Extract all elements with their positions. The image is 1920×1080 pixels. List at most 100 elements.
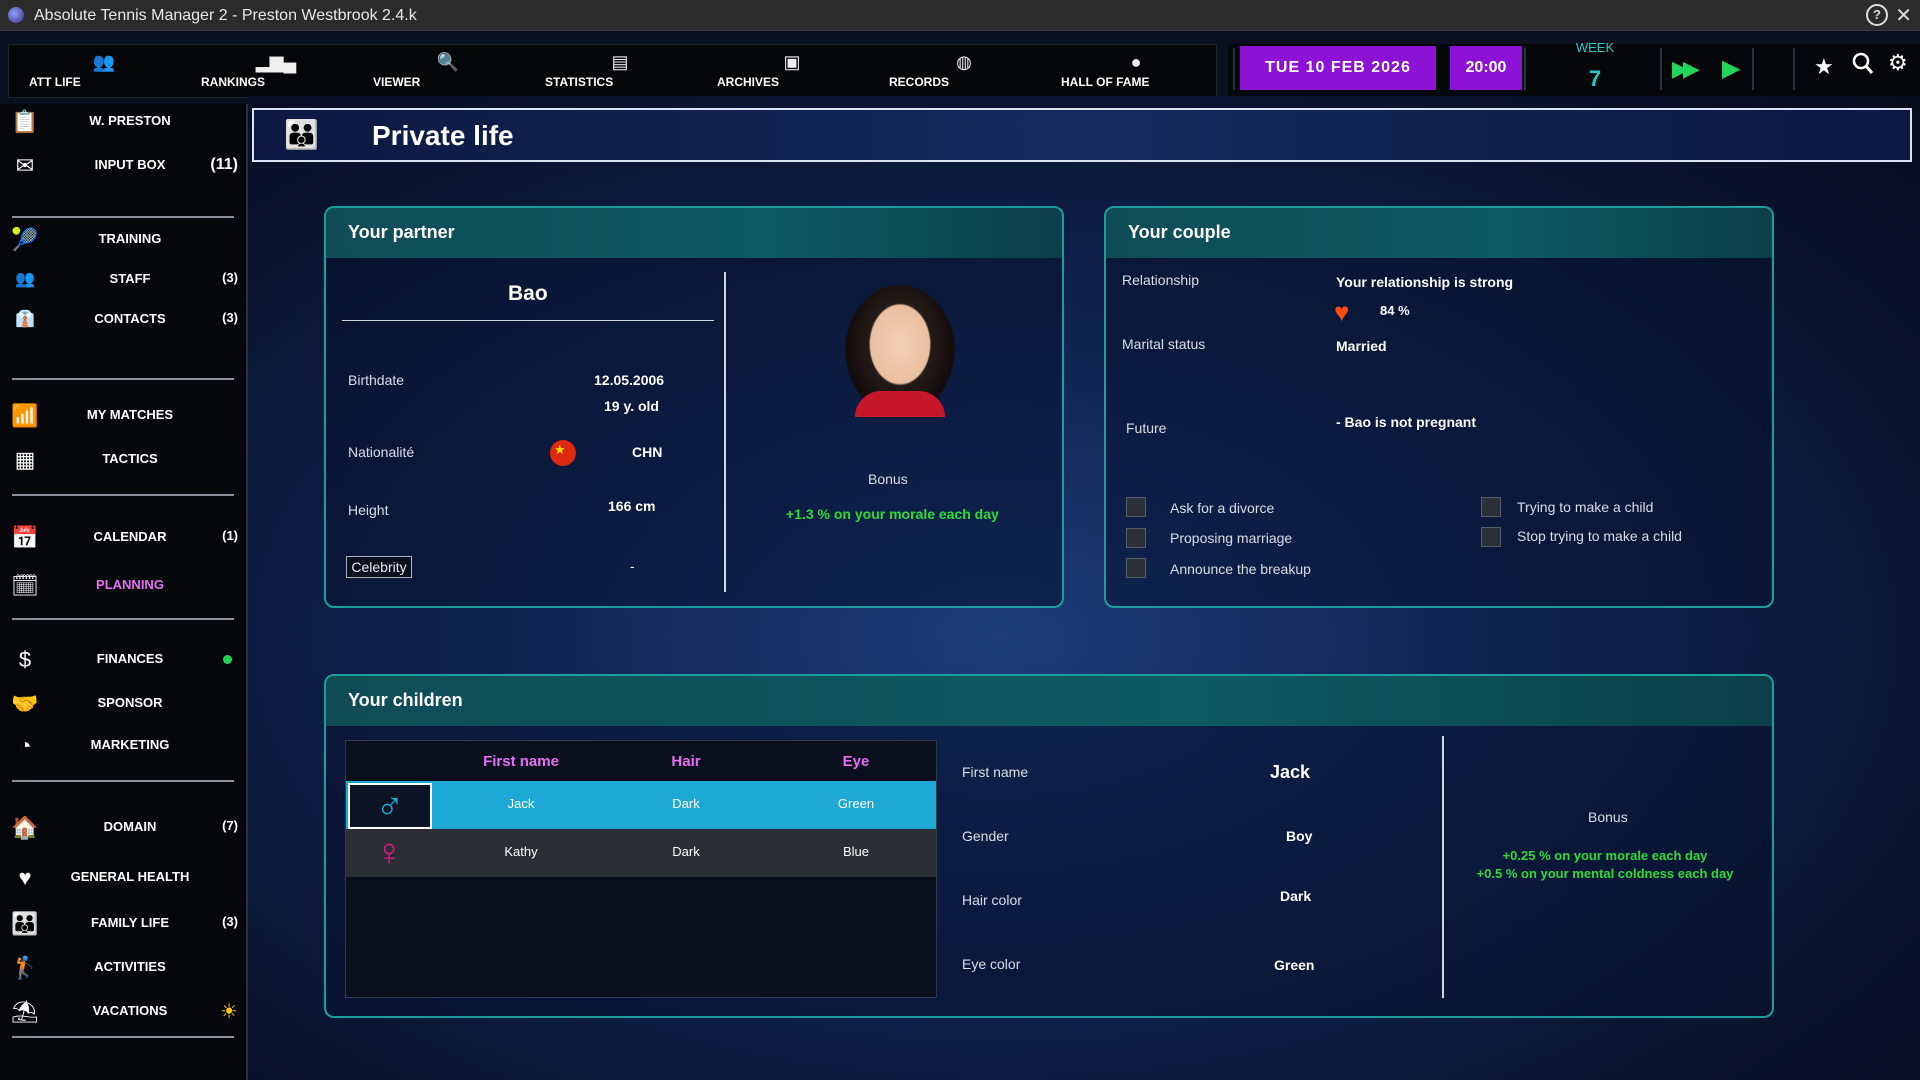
envelope-icon: ✉ xyxy=(15,153,35,178)
child-eye: Green xyxy=(837,796,875,811)
sidebar-item-tactics[interactable]: ▦ TACTICS xyxy=(0,442,246,478)
sidebar-item-family-life[interactable]: 👪 FAMILY LIFE (3) xyxy=(0,906,246,942)
staff-icon: 👥 xyxy=(15,271,35,288)
nav-label: HALL OF FAME xyxy=(1061,75,1150,89)
magnifier-icon: 🔍 xyxy=(436,52,460,72)
archive-icon: ▣ xyxy=(783,52,801,72)
sidebar-item-label: CONTACTS xyxy=(94,311,166,326)
divorce-checkbox[interactable] xyxy=(1126,497,1146,517)
table-row[interactable]: ♀ Kathy Dark Blue xyxy=(346,829,936,877)
sidebar-item-count: (3) xyxy=(222,270,238,285)
clipboard-icon: 📋 xyxy=(11,109,39,134)
child-first-name: Kathy xyxy=(504,844,538,859)
nav-hall-of-fame[interactable]: ● HALL OF FAME xyxy=(1061,45,1211,97)
sidebar-item-domain[interactable]: 🏠 DOMAIN (7) xyxy=(0,810,246,846)
nav-att-life[interactable]: 👥 ATT LIFE xyxy=(29,45,179,97)
column-header-hair[interactable]: Hair xyxy=(636,753,736,770)
sidebar-item-label: DOMAIN xyxy=(103,819,157,834)
sidebar-item-contacts[interactable]: 👔 CONTACTS (3) xyxy=(0,302,246,338)
nav-records[interactable]: ◍ RECORDS xyxy=(889,45,1039,97)
sidebar-item-label: FAMILY LIFE xyxy=(90,915,169,930)
child-first-name: Jack xyxy=(507,796,535,811)
sidebar-item-sponsor[interactable]: 🤝 SPONSOR xyxy=(0,686,246,722)
golfer-icon: 🏌 xyxy=(11,955,39,980)
divider xyxy=(342,320,714,321)
sidebar-item-label: GENERAL HEALTH xyxy=(70,869,190,884)
sidebar-item-label: STAFF xyxy=(109,271,151,286)
sidebar-item-activities[interactable]: 🏌 ACTIVITIES xyxy=(0,950,246,986)
family-icon: 👪 xyxy=(11,911,39,936)
birthdate-value: 12.05.2006 xyxy=(594,372,665,388)
child-bonus-line: +0.25 % on your morale each day xyxy=(1502,848,1708,863)
title-bar: Absolute Tennis Manager 2 - Preston West… xyxy=(0,0,1920,31)
planning-icon: 🗓 xyxy=(11,573,39,598)
child-first-name-label: First name xyxy=(962,764,1029,780)
column-header-eye[interactable]: Eye xyxy=(806,753,906,770)
gear-icon[interactable]: ⚙ xyxy=(1888,50,1908,76)
week-label: WEEK xyxy=(1575,40,1615,55)
panel-title: Your couple xyxy=(1128,222,1231,242)
sidebar-item-count: (3) xyxy=(222,914,238,929)
nav-statistics[interactable]: ▤ STATISTICS xyxy=(545,45,695,97)
celebrity-tag[interactable]: Celebrity xyxy=(346,556,412,578)
sidebar-divider xyxy=(12,378,234,380)
nav-rankings[interactable]: ▂▆▄ RANKINGS xyxy=(201,45,351,97)
pie-chart-icon: ◔ xyxy=(18,733,32,758)
panel-title: Your partner xyxy=(348,222,455,242)
sidebar-item-label: TRAINING xyxy=(98,231,162,246)
sidebar-item-marketing[interactable]: ◔ MARKETING xyxy=(0,728,246,764)
dollar-icon: $ xyxy=(18,647,32,672)
sidebar-item-vacations[interactable]: ⛱ VACATIONS ☀ xyxy=(0,994,246,1030)
sidebar-item-label: MY MATCHES xyxy=(86,407,174,422)
nationality-value: CHN xyxy=(632,444,663,460)
sidebar-item-general-health[interactable]: ♥ GENERAL HEALTH xyxy=(0,860,246,896)
nav-viewer[interactable]: 🔍 VIEWER xyxy=(373,45,523,97)
fast-forward-icon[interactable]: ▶▶ xyxy=(1672,56,1700,82)
current-time[interactable]: 20:00 xyxy=(1450,46,1522,90)
sidebar-item-my-matches[interactable]: 📶 MY MATCHES xyxy=(0,398,246,434)
sidebar-item-planning[interactable]: 🗓 PLANNING xyxy=(0,568,246,604)
close-icon[interactable]: ✕ xyxy=(1895,3,1912,28)
marital-status-value: Married xyxy=(1336,338,1387,354)
divider xyxy=(1524,48,1526,90)
app-logo-icon xyxy=(8,7,24,23)
child-bonus-label: Bonus xyxy=(1588,809,1628,825)
try-child-checkbox[interactable] xyxy=(1481,497,1501,517)
records-icon: ◍ xyxy=(956,52,972,72)
breakup-label: Announce the breakup xyxy=(1170,561,1311,577)
propose-marriage-checkbox[interactable] xyxy=(1126,528,1146,548)
table-row[interactable]: ♂ Jack Dark Green xyxy=(346,781,936,829)
child-hair: Dark xyxy=(672,844,700,859)
play-icon[interactable]: ▶ xyxy=(1722,54,1740,83)
bar-chart-icon: 📶 xyxy=(11,403,39,428)
propose-marriage-label: Proposing marriage xyxy=(1170,530,1293,546)
birthdate-label: Birthdate xyxy=(348,372,405,388)
future-value: - Bao is not pregnant xyxy=(1336,414,1476,430)
sidebar-item-training[interactable]: 🎾 TRAINING xyxy=(0,222,246,258)
finances-status-dot xyxy=(223,655,232,664)
sidebar-item-w-preston[interactable]: 📋 W. PRESTON xyxy=(0,104,246,140)
page-header: 👪 Private life xyxy=(252,108,1912,162)
age-value: 19 y. old xyxy=(604,398,659,414)
sidebar-item-calendar[interactable]: 📅 CALENDAR (1) xyxy=(0,520,246,556)
child-eye: Blue xyxy=(842,844,870,859)
star-icon[interactable]: ★ xyxy=(1814,54,1834,80)
sidebar-item-staff[interactable]: 👥 STAFF (3) xyxy=(0,262,246,298)
search-icon[interactable] xyxy=(1852,52,1874,82)
racket-icon: 🎾 xyxy=(11,227,39,252)
nav-label: STATISTICS xyxy=(545,75,614,89)
help-icon[interactable]: ? xyxy=(1866,4,1888,26)
stop-child-checkbox[interactable] xyxy=(1481,527,1501,547)
current-date[interactable]: TUE 10 FEB 2026 xyxy=(1240,46,1436,90)
nav-label: RECORDS xyxy=(889,75,950,89)
column-header-first-name[interactable]: First name xyxy=(456,753,586,770)
sidebar-item-input-box[interactable]: ✉ INPUT BOX (11) xyxy=(0,148,246,184)
sidebar-item-label: SPONSOR xyxy=(97,695,163,710)
nav-archives[interactable]: ▣ ARCHIVES xyxy=(717,45,867,97)
sidebar-item-label: TACTICS xyxy=(102,451,158,466)
sidebar-item-finances[interactable]: $ FINANCES xyxy=(0,642,246,678)
page-title: Private life xyxy=(372,120,514,151)
breakup-checkbox[interactable] xyxy=(1126,558,1146,578)
stop-child-label: Stop trying to make a child xyxy=(1517,528,1682,544)
sidebar-item-label: PLANNING xyxy=(96,577,164,592)
